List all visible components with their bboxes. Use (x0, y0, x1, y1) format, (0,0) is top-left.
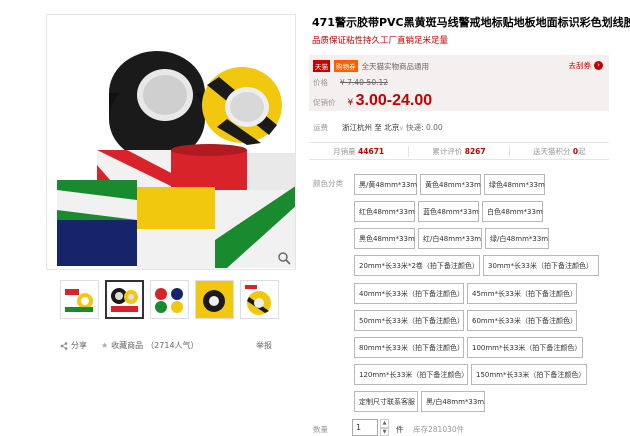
shipping-to-prefix: 至 (374, 123, 382, 132)
chevron-right-icon: › (594, 61, 603, 70)
promo-price-row: 促销价 ¥ 3.00-24.00 (313, 92, 432, 110)
tape-roll-yellow-black (202, 67, 282, 145)
sales-stats-bar: 月销量 44671 累计评价 8267 送天猫积分 0起 (309, 142, 609, 160)
option-green[interactable]: 绿色48mm*33m (484, 174, 545, 195)
points-label: 送天猫积分 (533, 146, 571, 156)
share-icon (60, 341, 68, 350)
original-price: ¥ 7.40-50.12 (340, 78, 389, 87)
total-reviews[interactable]: 累计评价 8267 (409, 145, 510, 157)
gallery-actions: 分享 ★ 收藏商品 （2714人气） 举报 (60, 340, 286, 351)
shipping-row: 运费 浙江杭州 至 北京∨ 快递: 0.00 (313, 122, 443, 133)
reviews-label: 累计评价 (432, 146, 463, 156)
option-20mm[interactable]: 20mm*长33米*2卷（拍下备注颜色） (354, 255, 480, 276)
price-label: 价格 (313, 78, 328, 87)
share-button[interactable]: 分享 (60, 340, 87, 351)
reviews-value: 8267 (464, 146, 486, 156)
tmall-badge: 天猫 (313, 60, 330, 72)
thumbnail-strip (60, 280, 279, 319)
option-45mm[interactable]: 45mm*长33米（拍下备注颜色） (467, 283, 577, 304)
report-link[interactable]: 举报 (256, 340, 272, 351)
quantity-increase-button[interactable]: ▲ (380, 419, 389, 428)
currency-symbol: ¥ (347, 98, 354, 108)
shipping-label: 运费 (313, 123, 328, 132)
promo-price-label: 促销价 (313, 98, 336, 107)
shipping-destination: 浙江杭州 至 北京∨ 快递: 0.00 (342, 122, 443, 133)
monthly-sales-value: 44671 (358, 146, 385, 156)
quantity-decrease-button[interactable]: ▼ (380, 427, 389, 436)
shipping-to: 北京 (384, 123, 400, 132)
shopping-coupon-badge: 购物券 (334, 60, 358, 72)
tape-roll-yellow (137, 187, 215, 229)
option-40mm[interactable]: 40mm*长33米（拍下备注颜色） (354, 283, 464, 304)
tape-roll-blue (57, 220, 137, 266)
option-60mm[interactable]: 60mm*长33米（拍下备注颜色） (467, 310, 577, 331)
favorite-button[interactable]: ★ 收藏商品 （2714人气） (101, 340, 199, 351)
coupon-link[interactable]: 去刮券 › (568, 60, 603, 71)
points-suffix: 起 (578, 146, 586, 156)
option-30mm[interactable]: 30mm*长33米（拍下备注颜色） (483, 255, 599, 276)
quantity-input[interactable]: 1 (352, 419, 378, 436)
option-black-white[interactable]: 黑/白48mm*33m (421, 391, 485, 412)
favorite-label: 收藏商品 (111, 341, 144, 350)
option-red-white[interactable]: 红/白48mm*33m (418, 228, 482, 249)
price-panel: 天猫 购物券 全天猫实物商品通用 去刮券 › 价格 ¥ 7.40-50.12 促… (309, 55, 609, 111)
monthly-sales: 月销量 44671 (309, 145, 410, 157)
product-subtitle: 品质保证粘性持久工厂直销足米足量 (312, 36, 449, 46)
promo-price: 3.00-24.00 (355, 92, 433, 109)
option-80mm[interactable]: 80mm*长33米（拍下备注颜色） (354, 337, 464, 358)
shipping-from: 浙江杭州 (342, 123, 372, 132)
option-green-white[interactable]: 绿/白48mm*33m (485, 228, 549, 249)
option-red[interactable]: 红色48mm*33m (354, 201, 415, 222)
thumbnail-5[interactable] (240, 280, 279, 319)
option-black[interactable]: 黑色48mm*33m (354, 228, 415, 249)
option-black-yellow[interactable]: 黑/黄48mm*33m (354, 174, 417, 195)
tmall-points: 送天猫积分 0起 (510, 146, 609, 157)
coupon-label: 去刮券 (568, 61, 592, 70)
tape-rolls-illustration (57, 51, 295, 269)
star-icon: ★ (101, 341, 109, 350)
share-label: 分享 (71, 341, 87, 350)
shipping-to-select[interactable]: 北京∨ (384, 123, 403, 132)
option-blue[interactable]: 蓝色48mm*33m (418, 201, 479, 222)
tape-roll-white (137, 229, 217, 269)
thumbnail-2-selected[interactable] (105, 280, 144, 319)
promo-tag-text: 全天猫实物商品通用 (361, 61, 430, 71)
promo-tag-row: 天猫 购物券 全天猫实物商品通用 (313, 60, 429, 72)
chevron-down-icon: ∨ (399, 125, 404, 132)
option-150mm[interactable]: 150mm*长33米（拍下备注颜色） (471, 364, 587, 385)
option-120mm[interactable]: 120mm*长33米（拍下备注颜色） (354, 364, 468, 385)
option-white[interactable]: 白色48mm*33m (482, 201, 543, 222)
tape-roll-black (109, 51, 205, 161)
thumbnail-1[interactable] (60, 280, 99, 319)
original-price-row: 价格 ¥ 7.40-50.12 (313, 77, 388, 88)
product-title: 471警示胶带PVC黑黄斑马线警戒地标贴地板地面标识彩色划线胶带 (312, 16, 630, 29)
option-yellow[interactable]: 黄色48mm*33m (420, 174, 481, 195)
monthly-sales-label: 月销量 (333, 146, 356, 156)
popularity-count: （2714人气） (146, 341, 199, 350)
stock-count: 库存281030件 (413, 425, 465, 434)
thumbnail-4[interactable] (195, 280, 234, 319)
thumbnail-3[interactable] (150, 280, 189, 319)
option-custom-size[interactable]: 定制尺寸联系客服 (354, 391, 418, 412)
option-50mm[interactable]: 50mm*长33米（拍下备注颜色） (354, 310, 464, 331)
tape-roll-green-white-left (57, 180, 137, 220)
quantity-unit: 件 (396, 425, 404, 434)
magnifier-icon[interactable] (277, 251, 291, 265)
quantity-stepper: ▲ ▼ (380, 419, 389, 436)
tape-roll-white-right (247, 153, 295, 191)
quantity-label: 数量 (313, 425, 328, 434)
main-product-image[interactable] (46, 14, 296, 270)
tape-roll-red (171, 144, 247, 190)
option-100mm[interactable]: 100mm*长33米（拍下备注颜色） (467, 337, 583, 358)
color-options-label: 颜色分类 (313, 179, 343, 188)
shipping-delivery: 快递: 0.00 (406, 123, 443, 132)
